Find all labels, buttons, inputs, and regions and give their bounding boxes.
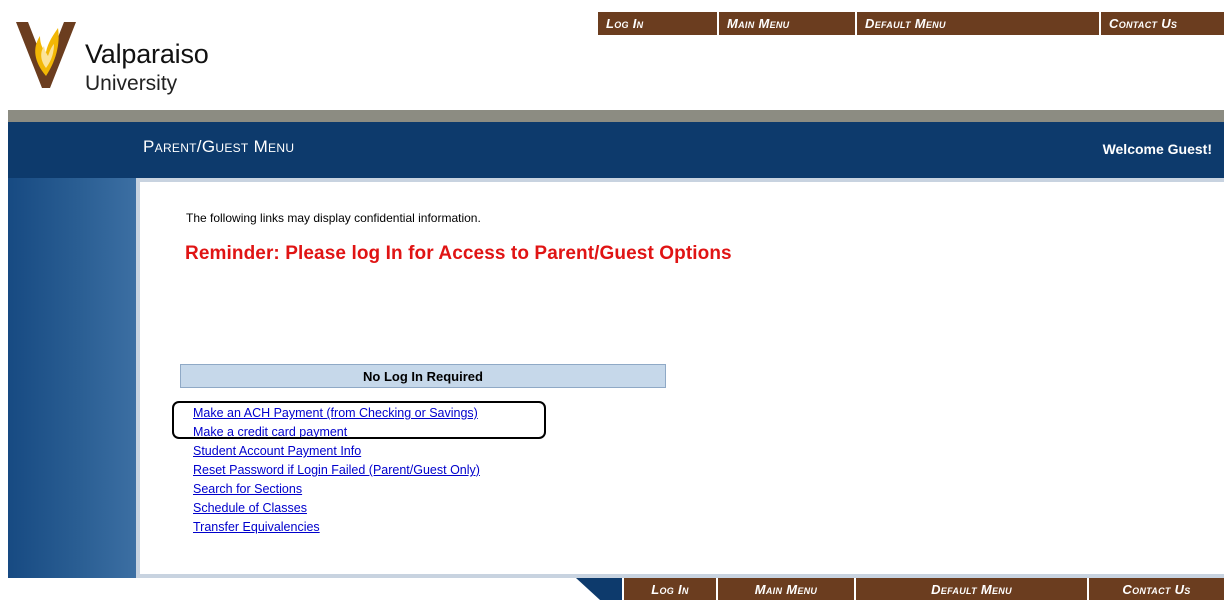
bottom-nav-log-in[interactable]: Log In	[624, 578, 716, 600]
top-nav-contact-us[interactable]: Contact Us	[1101, 12, 1224, 35]
left-rail	[8, 178, 136, 578]
bottom-nav-main-menu[interactable]: Main Menu	[718, 578, 854, 600]
top-nav: Log In Main Menu Default Menu Contact Us	[598, 12, 1224, 35]
list-item: Make an ACH Payment (from Checking or Sa…	[193, 404, 480, 423]
valpo-logo-mark-icon	[16, 22, 76, 88]
search-sections-link[interactable]: Search for Sections	[193, 482, 302, 496]
top-nav-default-menu[interactable]: Default Menu	[857, 12, 1099, 35]
list-item: Make a credit card payment	[193, 423, 480, 442]
login-reminder: Reminder: Please log In for Access to Pa…	[185, 243, 732, 264]
link-list: Make an ACH Payment (from Checking or Sa…	[193, 404, 480, 537]
top-nav-log-in[interactable]: Log In	[598, 12, 717, 35]
page-title: Parent/Guest Menu	[143, 137, 295, 156]
ach-payment-link[interactable]: Make an ACH Payment (from Checking or Sa…	[193, 406, 478, 420]
university-subtitle: University	[85, 72, 178, 95]
confidential-notice: The following links may display confiden…	[186, 211, 481, 225]
credit-card-payment-link[interactable]: Make a credit card payment	[193, 425, 347, 439]
bottom-nav-contact-us[interactable]: Contact Us	[1089, 578, 1224, 600]
list-item: Schedule of Classes	[193, 499, 480, 518]
bottom-nav-default-menu[interactable]: Default Menu	[856, 578, 1087, 600]
welcome-message: Welcome Guest!	[1102, 141, 1212, 157]
bottom-nav: Log In Main Menu Default Menu Contact Us	[576, 578, 1224, 600]
transfer-equivalencies-link[interactable]: Transfer Equivalencies	[193, 520, 320, 534]
university-name: Valparaiso	[85, 39, 209, 69]
university-logo[interactable]: Valparaiso University	[14, 18, 254, 98]
reset-password-link[interactable]: Reset Password if Login Failed (Parent/G…	[193, 463, 480, 477]
list-item: Student Account Payment Info	[193, 442, 480, 461]
header-divider	[8, 110, 1224, 122]
nav-wedge-decoration	[576, 578, 622, 600]
schedule-of-classes-link[interactable]: Schedule of Classes	[193, 501, 307, 515]
list-item: Search for Sections	[193, 480, 480, 499]
section-header: No Log In Required	[180, 364, 666, 388]
list-item: Reset Password if Login Failed (Parent/G…	[193, 461, 480, 480]
student-account-payment-info-link[interactable]: Student Account Payment Info	[193, 444, 361, 458]
list-item: Transfer Equivalencies	[193, 518, 480, 537]
top-nav-main-menu[interactable]: Main Menu	[719, 12, 855, 35]
